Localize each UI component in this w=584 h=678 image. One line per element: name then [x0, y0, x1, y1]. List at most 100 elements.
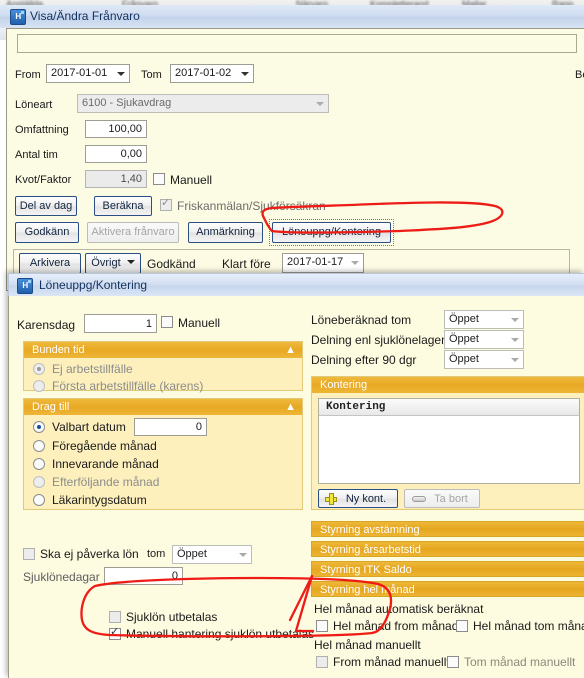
from-label: From [15, 69, 41, 81]
hel-manad-from-manad-checkbox[interactable] [316, 620, 328, 632]
radio-innevarande-manad-label: Innevarande månad [52, 457, 159, 471]
radio-foregaende-manad[interactable] [33, 440, 45, 452]
chevron-down-icon [511, 317, 519, 322]
kontering-grid[interactable]: Kontering [318, 398, 580, 484]
radio-efterfoljande-manad-label: Efterföljande månad [52, 475, 160, 489]
window2-titlebar[interactable]: H Löneuppg/Kontering [8, 273, 584, 296]
radio-valbart-datum-label: Valbart datum [52, 420, 126, 434]
bunden-tid-header[interactable]: Bunden tid ▲ [24, 342, 302, 358]
ta-bort-label: Ta bort [434, 493, 468, 505]
manuell-checkbox[interactable] [153, 173, 165, 185]
minus-icon [412, 496, 426, 502]
friskanmalan-label: Friskanmälan/Sjukförsäkran [177, 199, 326, 213]
tom-label: Tom [141, 69, 162, 81]
klart-fore-combo[interactable]: 2017-01-17 [282, 253, 364, 273]
chevron-down-icon [511, 357, 519, 362]
manuell-hantering-label: Manuell hantering sjuklön utbetalas [126, 627, 315, 641]
loneuppg-kontering-focus-ring [269, 219, 394, 246]
delning-sjuklonelagen-label: Delning enl sjuklönelagen [311, 333, 448, 347]
chevron-down-icon [316, 101, 324, 106]
karensdag-label: Karensdag [17, 318, 76, 332]
kontering-grid-header: Kontering [319, 399, 579, 416]
godkann-button[interactable]: Godkänn [15, 222, 79, 243]
ovrigt-label: Övrigt [91, 257, 121, 269]
window-loneuppg-kontering: H Löneuppg/Kontering Karensdag 1 Manuell… [8, 273, 584, 678]
group-drag-till: Drag till ▲ Valbart datum 0 Föregående m… [23, 398, 303, 510]
bar-styrning-avstamning[interactable]: Styrning avstämning [311, 521, 584, 537]
manuell-label: Manuell [170, 173, 213, 187]
status-label: Godkänd [147, 257, 196, 271]
window1-body: From 2017-01-01 Tom 2017-01-02 Be Lönear… [6, 28, 584, 291]
delning-sjuklonelagen-value: Öppet [449, 333, 479, 345]
sjuklonedagar-input[interactable]: 0 [104, 567, 183, 585]
radio-valbart-datum[interactable] [33, 421, 45, 433]
del-av-dag-button[interactable]: Del av dag [15, 196, 77, 216]
from-manad-manuellt-label: From månad manuellt [333, 655, 450, 669]
radio-forsta-arbetstillfalle[interactable] [33, 380, 45, 392]
radio-ej-arbetstillfalle[interactable] [33, 363, 45, 375]
kvot-faktor-input[interactable]: 1,40 [85, 170, 147, 188]
sjuklon-utbetalas-checkbox[interactable] [109, 611, 121, 623]
radio-forsta-arbetstillfalle-label: Första arbetstillfälle (karens) [52, 379, 204, 393]
chevron-up-icon[interactable]: ▲ [285, 401, 296, 413]
tom-date-value: 2017-01-02 [175, 67, 232, 79]
from-manad-manuellt-checkbox[interactable] [316, 656, 328, 668]
manuell-hantering-checkbox[interactable] [109, 626, 121, 640]
antal-tim-label: Antal tim [15, 149, 58, 161]
loneberaknad-tom-combo[interactable]: Öppet [444, 310, 524, 329]
kontering-header-label: Kontering [320, 379, 368, 391]
bunden-tid-header-label: Bunden tid [32, 344, 85, 356]
tom-date-combo[interactable]: 2017-01-02 [170, 64, 254, 83]
tom-combo[interactable]: Öppet [172, 545, 252, 564]
chevron-up-icon[interactable]: ▲ [285, 344, 296, 356]
klart-fore-value: 2017-01-17 [287, 256, 344, 268]
radio-innevarande-manad[interactable] [33, 458, 45, 470]
window1-title: Visa/Ändra Frånvaro [30, 9, 140, 23]
radio-efterfoljande-manad[interactable] [33, 476, 45, 488]
omfattning-label: Omfattning [15, 124, 69, 136]
cut-off-right-label: Be [575, 69, 584, 81]
bar-styrning-itk-saldo[interactable]: Styrning ITK Saldo [311, 561, 584, 577]
karensdag-manuell-checkbox[interactable] [161, 316, 173, 328]
antal-tim-input[interactable]: 0,00 [85, 145, 147, 163]
window1-titlebar[interactable]: H Visa/Ändra Frånvaro [0, 5, 584, 28]
delning-90-dgr-label: Delning efter 90 dgr [311, 353, 417, 367]
ta-bort-button: Ta bort [404, 489, 480, 508]
kvot-faktor-label: Kvot/Faktor [15, 174, 72, 186]
ny-kont-button[interactable]: Ny kont. [318, 489, 398, 508]
omfattning-input[interactable]: 100,00 [85, 120, 147, 138]
arkivera-button[interactable]: Arkivera [19, 253, 81, 274]
kontering-header[interactable]: Kontering [312, 377, 584, 393]
delning-90-dgr-value: Öppet [449, 353, 479, 365]
berakna-button[interactable]: Beräkna [94, 196, 152, 216]
karensdag-input[interactable]: 1 [84, 314, 157, 333]
karensdag-manuell-label: Manuell [178, 316, 221, 330]
ska-ej-paverka-lon-checkbox[interactable] [23, 548, 35, 560]
radio-lakarintygsdatum[interactable] [33, 494, 45, 506]
hel-manad-tom-manad-checkbox[interactable] [456, 620, 468, 632]
from-date-combo[interactable]: 2017-01-01 [46, 64, 130, 83]
chevron-down-icon [241, 71, 249, 76]
window2-body: Karensdag 1 Manuell Bunden tid ▲ Ej arbe… [8, 296, 584, 678]
anmarkning-button[interactable]: Anmärkning [188, 222, 263, 243]
drag-till-header[interactable]: Drag till ▲ [24, 399, 302, 415]
sjuklon-utbetalas-label: Sjuklön utbetalas [126, 610, 218, 624]
bar-styrning-hel-manad[interactable]: Styrning hel månad [311, 581, 584, 597]
ny-kont-label: Ny kont. [345, 493, 387, 505]
chevron-down-icon [511, 337, 519, 342]
loneart-combo[interactable]: 6100 - Sjukavdrag [77, 94, 329, 113]
window-visa-andra-franvaro: H Visa/Ändra Frånvaro From 2017-01-01 To… [0, 5, 584, 291]
delning-sjuklonelagen-combo[interactable]: Öppet [444, 330, 524, 349]
sjuklonedagar-label: Sjuklönedagar [23, 570, 100, 584]
bar-styrning-arsarbetstid[interactable]: Styrning årsarbetstid [311, 541, 584, 557]
chevron-down-icon [239, 552, 247, 557]
delning-90-dgr-combo[interactable]: Öppet [444, 350, 524, 369]
top-empty-text-field[interactable] [17, 34, 577, 53]
radio-ej-arbetstillfalle-label: Ej arbetstillfälle [52, 362, 133, 376]
from-date-value: 2017-01-01 [51, 67, 108, 79]
ovrigt-button[interactable]: Övrigt [85, 253, 141, 274]
valbart-datum-input[interactable]: 0 [134, 418, 207, 436]
loneart-label: Löneart [15, 99, 53, 111]
friskanmalan-checkbox[interactable] [160, 197, 172, 211]
tom-manad-manuellt-checkbox[interactable] [447, 656, 459, 668]
